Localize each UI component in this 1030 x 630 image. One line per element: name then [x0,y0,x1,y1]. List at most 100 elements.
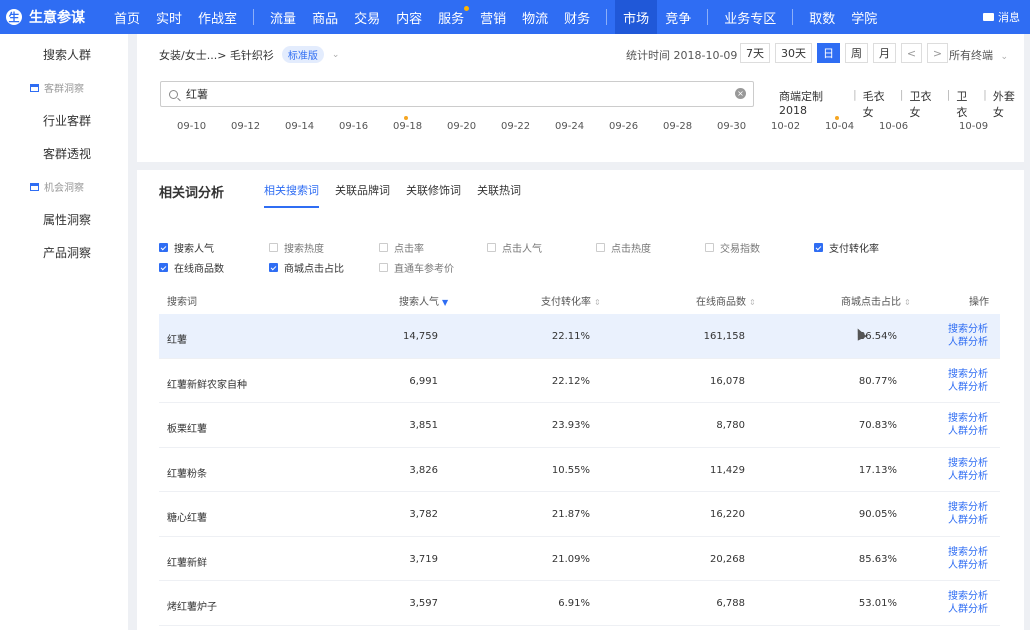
search-analysis-link[interactable]: 搜索分析 [948,412,988,425]
cell-mall-ratio: 90.05% [858,509,897,520]
metric-checkbox-trade-index[interactable]: 交易指数 [705,240,760,255]
nav-data-fetch[interactable]: 取数 [801,0,843,34]
quick-term[interactable]: 卫衣 [956,88,977,120]
sidebar-item-industry-crowd[interactable]: 行业客群 [0,104,128,137]
terminal-select[interactable]: 所有终端 ⌄ [949,47,1008,63]
table-row[interactable]: 红薯新鲜农家自种 6,991 22.12% 16,078 80.77% 搜索分析… [159,359,1000,403]
crowd-analysis-link[interactable]: 人群分析 [948,559,988,572]
metric-checkbox-conversion[interactable]: 支付转化率 [814,240,879,255]
quick-term[interactable]: 卫衣女 [910,88,941,120]
row-actions: 搜索分析 人群分析 [948,368,988,394]
quick-term[interactable]: 毛衣女 [863,88,894,120]
nav-product[interactable]: 商品 [304,0,346,34]
nav-trade[interactable]: 交易 [346,0,388,34]
cell-conversion: 21.87% [551,509,590,520]
column-label: 在线商品数 [696,297,746,308]
brand-name: 生意参谋 [29,10,85,26]
table-row[interactable]: 红薯 14,759 22.11% 161,158 86.54% 搜索分析 人群分析 [159,314,1000,359]
search-analysis-link[interactable]: 搜索分析 [948,546,988,559]
nav-home[interactable]: 首页 [106,0,148,34]
period-month-button[interactable]: 月 [873,43,896,63]
crowd-analysis-link[interactable]: 人群分析 [948,603,988,616]
search-analysis-link[interactable]: 搜索分析 [948,323,988,336]
table-row[interactable]: 烤红薯炉子 3,597 6.91% 6,788 53.01% 搜索分析 人群分析 [159,581,1000,626]
sidebar-item-product-insight[interactable]: 产品洞察 [0,236,128,269]
table-row[interactable]: 糖心红薯 3,782 21.87% 16,220 90.05% 搜索分析 人群分析 [159,492,1000,537]
crowd-analysis-link[interactable]: 人群分析 [948,470,988,483]
crowd-analysis-link[interactable]: 人群分析 [948,381,988,394]
tab-related-brand-words[interactable]: 关联品牌词 [335,182,390,208]
top-nav: 生 生意参谋 首页 实时 作战室 流量 商品 交易 内容 服务 营销 物流 财务… [0,0,1030,34]
period-30d-button[interactable]: 30天 [775,43,812,63]
metric-checkbox-search-heat[interactable]: 搜索热度 [269,240,324,255]
quick-term[interactable]: 外套女 [993,88,1024,120]
table-row[interactable]: 板栗红薯 3,851 23.93% 8,780 70.83% 搜索分析 人群分析 [159,403,1000,448]
period-week-button[interactable]: 周 [845,43,868,63]
search-analysis-link[interactable]: 搜索分析 [948,590,988,603]
metric-checkbox-click-heat[interactable]: 点击热度 [596,240,651,255]
column-header-popularity[interactable]: 搜索人气 ▼ [399,293,448,308]
metric-checkbox-ctr[interactable]: 点击率 [379,240,424,255]
sidebar-item-crowd-perspective[interactable]: 客群透视 [0,137,128,170]
cell-keyword: 红薯粉条 [167,468,207,480]
sidebar-group-label: 机会洞察 [44,183,84,194]
crowd-analysis-link[interactable]: 人群分析 [948,514,988,527]
keyword-search-input[interactable]: 红薯 × [160,81,754,107]
crowd-analysis-link[interactable]: 人群分析 [948,336,988,349]
cell-online-products: 11,429 [710,464,745,476]
cell-online-products: 8,780 [716,420,745,431]
nav-competition[interactable]: 竞争 [657,0,699,34]
crowd-analysis-link[interactable]: 人群分析 [948,425,988,438]
nav-realtime[interactable]: 实时 [148,0,190,34]
search-analysis-link[interactable]: 搜索分析 [948,368,988,381]
nav-finance[interactable]: 财务 [556,0,598,34]
metric-checkbox-mall-click-ratio[interactable]: 商城点击占比 [269,260,344,275]
nav-business-zone[interactable]: 业务专区 [716,0,784,34]
tab-related-hot-words[interactable]: 关联热词 [477,182,521,208]
column-header-mall-ratio[interactable]: 商城点击占比 ⇕ [841,293,911,308]
metric-checkboxes: 搜索人气 搜索热度 点击率 点击人气 点击热度 交易指数 支付转化率 在线商品数… [159,238,1009,278]
sidebar-item-search-crowd[interactable]: 搜索人群 [0,38,128,71]
column-header-keyword: 搜索词 [167,297,197,308]
prev-date-button[interactable]: < [901,43,922,63]
event-marker-icon[interactable] [404,116,408,120]
sidebar-item-attribute-insight[interactable]: 属性洞察 [0,203,128,236]
nav-traffic[interactable]: 流量 [262,0,304,34]
metric-checkbox-online-products[interactable]: 在线商品数 [159,260,224,275]
table-row[interactable]: 红薯新鲜 3,719 21.09% 20,268 85.63% 搜索分析 人群分析 [159,537,1000,581]
event-marker-icon[interactable] [835,116,839,120]
brand[interactable]: 生 生意参谋 [0,7,106,27]
category-path[interactable]: 女装/女士...> 毛针织衫 [159,47,274,63]
nav-market[interactable]: 市场 [615,0,658,34]
cell-popularity: 3,597 [409,598,438,609]
cell-online-products: 161,158 [703,331,745,342]
axis-tick: 09-22 [501,121,531,132]
nav-logistics[interactable]: 物流 [514,0,556,34]
column-header-conversion[interactable]: 支付转化率 ⇕ [541,293,601,308]
table-row[interactable]: 红薯粉条 3,826 10.55% 11,429 17.13% 搜索分析 人群分析 [159,448,1000,492]
clear-icon[interactable]: × [735,88,746,99]
tab-related-search-words[interactable]: 相关搜索词 [264,182,319,208]
nav-content[interactable]: 内容 [388,0,430,34]
cell-popularity: 3,851 [409,420,438,431]
period-7d-button[interactable]: 7天 [740,43,770,63]
metric-checkbox-search-popularity[interactable]: 搜索人气 [159,240,214,255]
nav-service[interactable]: 服务 [430,0,472,34]
period-day-button[interactable]: 日 [817,43,840,63]
nav-divider [707,9,709,25]
search-analysis-link[interactable]: 搜索分析 [948,457,988,470]
column-header-online-products[interactable]: 在线商品数 ⇕ [696,293,756,308]
nav-marketing[interactable]: 营销 [472,0,514,34]
row-actions: 搜索分析 人群分析 [948,323,988,349]
search-value: 红薯 [186,88,208,101]
nav-war-room[interactable]: 作战室 [190,0,245,34]
nav-academy[interactable]: 学院 [843,0,885,34]
chevron-down-icon[interactable]: ⌄ [332,50,340,60]
search-analysis-link[interactable]: 搜索分析 [948,501,988,514]
tab-related-modifier-words[interactable]: 关联修饰词 [406,182,461,208]
next-date-button[interactable]: > [927,43,948,63]
metric-checkbox-ztc-price[interactable]: 直通车参考价 [379,260,454,275]
table-body: 红薯 14,759 22.11% 161,158 86.54% 搜索分析 人群分析… [159,314,1000,626]
metric-checkbox-click-popularity[interactable]: 点击人气 [487,240,542,255]
message-button[interactable]: 消息 [983,9,1030,25]
